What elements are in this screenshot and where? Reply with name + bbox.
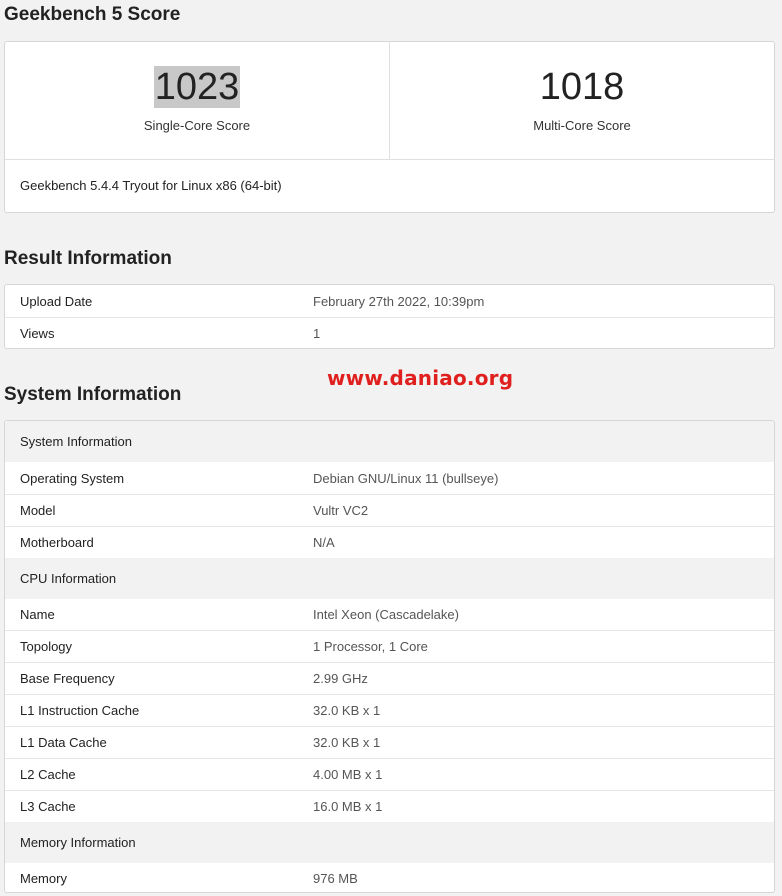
single-core-score-value: 1023 bbox=[153, 66, 241, 108]
table-row: Name Intel Xeon (Cascadelake) bbox=[5, 599, 774, 630]
row-value: 16.0 MB x 1 bbox=[313, 799, 383, 814]
row-label: Memory bbox=[20, 871, 67, 886]
row-value: Debian GNU/Linux 11 (bullseye) bbox=[313, 470, 499, 486]
table-row: Topology 1 Processor, 1 Core bbox=[5, 630, 774, 662]
score-section-title: Geekbench 5 Score bbox=[4, 4, 181, 25]
geekbench-version: Geekbench 5.4.4 Tryout for Linux x86 (64… bbox=[20, 178, 282, 193]
result-card: Upload Date February 27th 2022, 10:39pm … bbox=[4, 284, 775, 349]
row-value: February 27th 2022, 10:39pm bbox=[313, 293, 485, 309]
single-core-cell: 1023 Single-Core Score bbox=[5, 42, 389, 159]
table-row: Memory 976 MB bbox=[5, 863, 774, 892]
watermark: www.daniao.org bbox=[327, 366, 514, 390]
multi-core-score-value: 1018 bbox=[539, 66, 625, 108]
section-header-memory: Memory Information bbox=[5, 822, 774, 863]
row-value: 4.00 MB x 1 bbox=[313, 767, 383, 782]
row-label: L1 Instruction Cache bbox=[20, 703, 140, 718]
row-value: N/A bbox=[313, 535, 335, 550]
row-label: Views bbox=[20, 326, 55, 341]
table-row: Motherboard N/A bbox=[5, 526, 774, 558]
row-value: 1 Processor, 1 Core bbox=[313, 639, 428, 654]
single-core-score-label: Single-Core Score bbox=[143, 118, 251, 133]
table-row: L1 Instruction Cache 32.0 KB x 1 bbox=[5, 694, 774, 726]
table-row: Base Frequency 2.99 GHz bbox=[5, 662, 774, 694]
multi-core-cell: 1018 Multi-Core Score bbox=[389, 42, 774, 159]
row-label: Model bbox=[20, 503, 56, 518]
row-value: 976 MB bbox=[313, 871, 358, 886]
row-value: 32.0 KB x 1 bbox=[313, 703, 381, 718]
table-row: Operating System Debian GNU/Linux 11 (bu… bbox=[5, 462, 774, 494]
row-value: 1 bbox=[313, 326, 321, 341]
scores-row: 1023 Single-Core Score 1018 Multi-Core S… bbox=[5, 42, 774, 160]
score-card: 1023 Single-Core Score 1018 Multi-Core S… bbox=[4, 41, 775, 213]
row-label: Upload Date bbox=[20, 293, 93, 309]
table-row: L2 Cache 4.00 MB x 1 bbox=[5, 758, 774, 790]
table-row: L1 Data Cache 32.0 KB x 1 bbox=[5, 726, 774, 758]
result-section-title: Result Information bbox=[4, 248, 172, 269]
table-row: Model Vultr VC2 bbox=[5, 494, 774, 526]
row-label: L3 Cache bbox=[20, 799, 76, 814]
row-value: 2.99 GHz bbox=[313, 671, 368, 686]
section-header-cpu: CPU Information bbox=[5, 558, 774, 599]
row-value: 32.0 KB x 1 bbox=[313, 735, 381, 750]
row-label: Operating System bbox=[20, 470, 125, 486]
row-label: Motherboard bbox=[20, 535, 94, 550]
row-label: L2 Cache bbox=[20, 767, 76, 782]
table-row: Views 1 bbox=[5, 317, 774, 348]
row-label: L1 Data Cache bbox=[20, 735, 107, 750]
table-row: L3 Cache 16.0 MB x 1 bbox=[5, 790, 774, 822]
row-label: Base Frequency bbox=[20, 671, 115, 686]
row-value: Vultr VC2 bbox=[313, 503, 369, 518]
row-label: Name bbox=[20, 607, 55, 622]
system-section-title: System Information bbox=[4, 384, 182, 405]
table-row: Upload Date February 27th 2022, 10:39pm bbox=[5, 285, 774, 317]
system-card: System Information Operating System Debi… bbox=[4, 420, 775, 893]
section-header-system: System Information bbox=[5, 421, 774, 462]
row-label: Topology bbox=[20, 639, 73, 654]
row-value: Intel Xeon (Cascadelake) bbox=[313, 607, 459, 622]
multi-core-score-label: Multi-Core Score bbox=[533, 118, 631, 133]
